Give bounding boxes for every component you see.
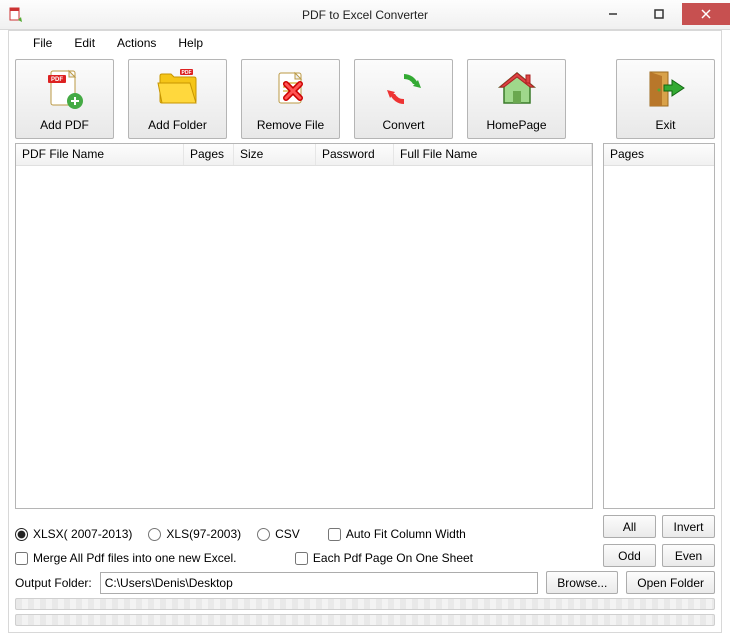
home-icon [496, 60, 538, 118]
add-folder-button[interactable]: PDF Add Folder [128, 59, 227, 139]
progress-bar-2 [15, 614, 715, 626]
browse-button[interactable]: Browse... [546, 571, 618, 594]
add-pdf-label: Add PDF [40, 118, 89, 132]
minimize-button[interactable] [590, 3, 636, 25]
convert-button[interactable]: Convert [354, 59, 453, 139]
output-folder-label: Output Folder: [15, 576, 92, 590]
odd-button[interactable]: Odd [603, 544, 656, 567]
format-xlsx-label: XLSX( 2007-2013) [33, 527, 132, 541]
pdf-icon: PDF [45, 60, 85, 118]
col-password[interactable]: Password [316, 144, 394, 165]
homepage-button[interactable]: HomePage [467, 59, 566, 139]
convert-label: Convert [382, 118, 424, 132]
format-csv-label: CSV [275, 527, 300, 541]
col-side-pages[interactable]: Pages [604, 144, 714, 165]
progress-bar-1 [15, 598, 715, 610]
invert-button[interactable]: Invert [662, 515, 715, 538]
file-list-header: PDF File Name Pages Size Password Full F… [16, 144, 592, 166]
pages-list-body [604, 166, 714, 508]
merge-label: Merge All Pdf files into one new Excel. [33, 551, 236, 565]
exit-button[interactable]: Exit [616, 59, 715, 139]
even-button[interactable]: Even [662, 544, 715, 567]
svg-text:PDF: PDF [51, 77, 63, 83]
menu-help[interactable]: Help [168, 34, 213, 52]
open-folder-button[interactable]: Open Folder [626, 571, 715, 594]
menu-edit[interactable]: Edit [64, 34, 105, 52]
format-xls-label: XLS(97-2003) [166, 527, 241, 541]
remove-file-button[interactable]: Remove File [241, 59, 340, 139]
window-title: PDF to Excel Converter [302, 8, 428, 22]
add-folder-label: Add Folder [148, 118, 207, 132]
exit-label: Exit [655, 118, 675, 132]
titlebar: PDF to Excel Converter [0, 0, 730, 30]
format-xlsx-radio[interactable]: XLSX( 2007-2013) [15, 527, 132, 541]
convert-icon [383, 60, 425, 118]
add-pdf-button[interactable]: PDF Add PDF [15, 59, 114, 139]
format-csv-radio[interactable]: CSV [257, 527, 300, 541]
menubar: File Edit Actions Help [9, 31, 721, 53]
menu-actions[interactable]: Actions [107, 34, 166, 52]
menu-file[interactable]: File [23, 34, 62, 52]
merge-check[interactable]: Merge All Pdf files into one new Excel. [15, 551, 236, 565]
pages-list[interactable]: Pages [603, 143, 715, 509]
toolbar: PDF Add PDF PDF Add Folder Remove File C… [9, 55, 721, 143]
close-button[interactable] [682, 3, 730, 25]
autofit-check[interactable]: Auto Fit Column Width [328, 527, 466, 541]
remove-icon [271, 60, 311, 118]
col-pages[interactable]: Pages [184, 144, 234, 165]
all-button[interactable]: All [603, 515, 656, 538]
col-fullname[interactable]: Full File Name [394, 144, 592, 165]
pages-list-header: Pages [604, 144, 714, 166]
maximize-button[interactable] [636, 3, 682, 25]
file-list[interactable]: PDF File Name Pages Size Password Full F… [15, 143, 593, 509]
each-page-label: Each Pdf Page On One Sheet [313, 551, 473, 565]
each-page-check[interactable]: Each Pdf Page On One Sheet [295, 551, 473, 565]
autofit-label: Auto Fit Column Width [346, 527, 466, 541]
col-size[interactable]: Size [234, 144, 316, 165]
format-xls-radio[interactable]: XLS(97-2003) [148, 527, 241, 541]
app-icon [8, 7, 24, 23]
output-folder-input[interactable] [100, 572, 539, 594]
file-list-body [16, 166, 592, 508]
remove-file-label: Remove File [257, 118, 324, 132]
svg-text:PDF: PDF [181, 70, 191, 76]
exit-icon [644, 60, 688, 118]
homepage-label: HomePage [486, 118, 546, 132]
folder-icon: PDF [156, 60, 200, 118]
col-filename[interactable]: PDF File Name [16, 144, 184, 165]
